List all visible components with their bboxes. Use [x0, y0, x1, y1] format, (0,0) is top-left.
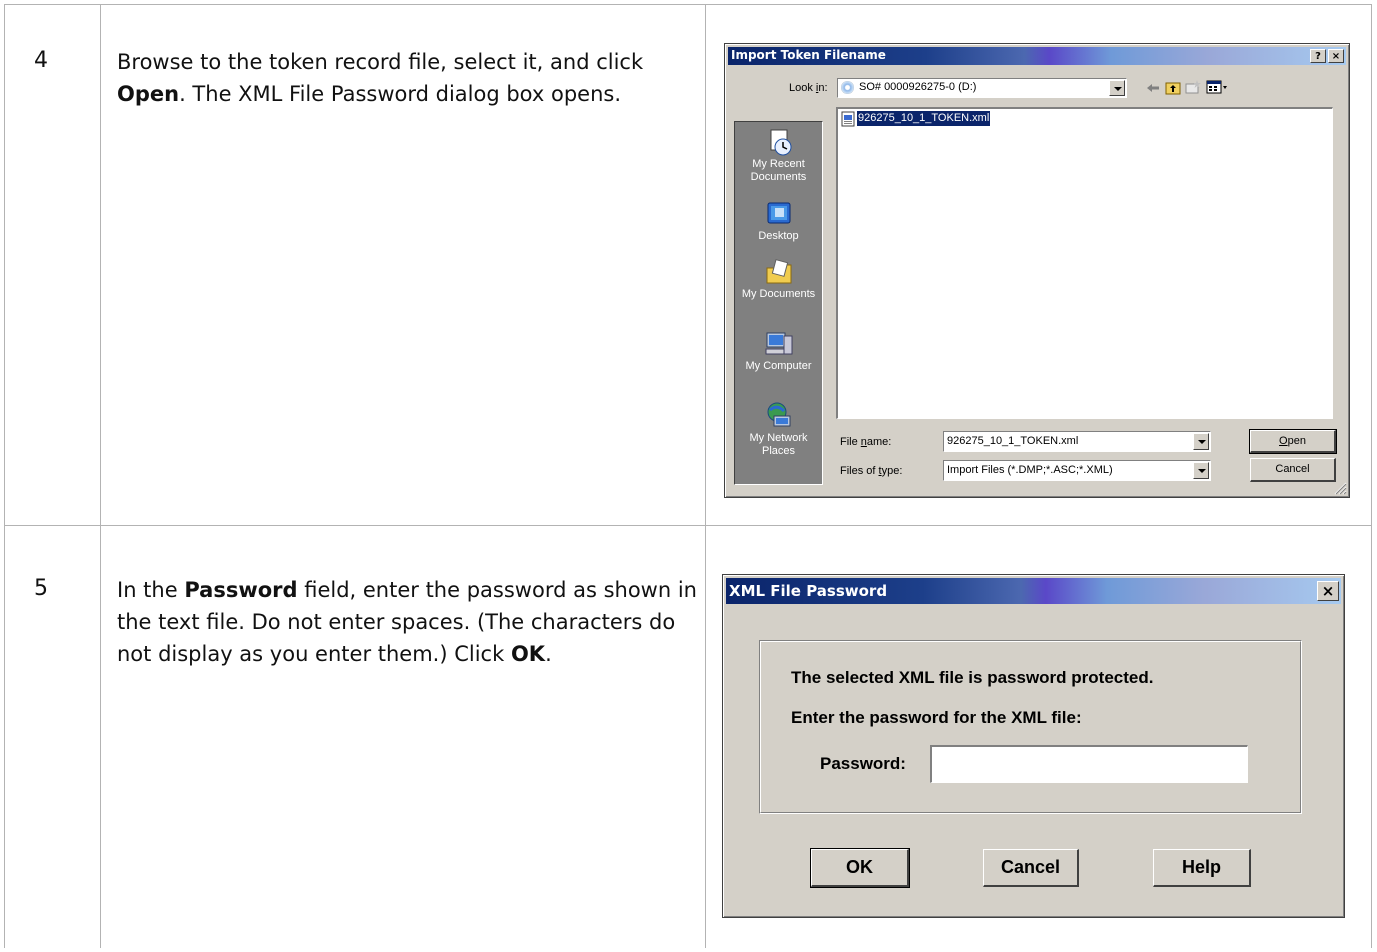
xml-file-icon — [841, 111, 855, 127]
my-computer-icon — [764, 330, 794, 358]
place-desktop[interactable]: Desktop — [735, 200, 822, 243]
step-number-4: 4 — [34, 48, 48, 73]
place-my-computer[interactable]: My Computer — [735, 330, 822, 373]
password-label: Password: — [820, 754, 906, 773]
place-my-documents[interactable]: My Documents — [735, 258, 822, 301]
look-in-value: SO# 0000926275-0 (D:) — [859, 81, 977, 93]
file-list[interactable]: 926275_10_1_TOKEN.xml — [836, 107, 1333, 419]
views-menu-icon[interactable] — [1206, 80, 1228, 95]
file-name-label: File name: — [840, 436, 892, 448]
ok-button[interactable]: OK — [810, 848, 910, 888]
xml-file-password-dialog: XML File Password × The selected XML fil… — [722, 574, 1345, 918]
place-recent-documents[interactable]: My Recent Documents — [735, 128, 822, 184]
help-button[interactable]: Help — [1153, 849, 1251, 887]
look-in-dropdown-arrow[interactable] — [1109, 80, 1125, 96]
recent-documents-icon — [764, 128, 794, 156]
my-documents-icon — [764, 258, 794, 286]
file-type-label: Files of type: — [840, 465, 903, 477]
file-type-value: Import Files (*.DMP;*.ASC;*.XML) — [947, 464, 1113, 476]
look-in-label: Look in: — [789, 82, 828, 94]
file-name-selected: 926275_10_1_TOKEN.xml — [855, 110, 992, 127]
places-bar: My Recent Documents Desktop My Documents … — [734, 121, 823, 485]
column-divider-1 — [100, 4, 101, 948]
file-name-combo[interactable]: 926275_10_1_TOKEN.xml — [943, 431, 1211, 452]
desktop-icon — [764, 200, 794, 228]
back-icon[interactable] — [1146, 81, 1160, 95]
cd-drive-icon — [841, 81, 854, 94]
password-dialog-title-bar[interactable]: XML File Password × — [726, 578, 1341, 604]
network-places-icon — [764, 402, 794, 430]
cancel-button[interactable]: Cancel — [1250, 458, 1336, 482]
password-dialog-title: XML File Password — [729, 582, 888, 600]
look-in-combo[interactable]: SO# 0000926275-0 (D:) — [837, 78, 1127, 98]
open-button[interactable]: Open — [1249, 429, 1337, 454]
password-input[interactable] — [930, 745, 1248, 783]
table-border-top — [4, 4, 1372, 5]
table-border-right — [1371, 4, 1372, 948]
resize-grip-icon[interactable] — [1334, 482, 1347, 495]
file-type-combo[interactable]: Import Files (*.DMP;*.ASC;*.XML) — [943, 460, 1211, 481]
close-title-button[interactable]: × — [1317, 581, 1339, 601]
step-5-instruction: In the Password field, enter the passwor… — [117, 578, 697, 666]
row-divider — [4, 525, 1372, 526]
close-title-button[interactable]: × — [1328, 49, 1344, 63]
up-folder-icon[interactable] — [1165, 80, 1181, 95]
import-token-filename-dialog: Import Token Filename ? × Look in: SO# 0… — [724, 43, 1350, 498]
file-name-dropdown-arrow[interactable] — [1193, 433, 1209, 450]
cancel-button[interactable]: Cancel — [983, 849, 1079, 887]
file-type-dropdown-arrow[interactable] — [1193, 462, 1209, 479]
new-folder-icon[interactable] — [1185, 79, 1201, 95]
dialog-title: Import Token Filename — [731, 48, 886, 62]
protected-message: The selected XML file is password protec… — [791, 668, 1154, 687]
enter-password-message: Enter the password for the XML file: — [791, 708, 1082, 727]
table-border-left — [4, 4, 5, 948]
column-divider-2 — [705, 4, 706, 948]
step-number-5: 5 — [34, 576, 48, 601]
dialog-title-bar[interactable]: Import Token Filename ? × — [728, 47, 1346, 65]
help-title-button[interactable]: ? — [1310, 49, 1326, 63]
place-network-places[interactable]: My Network Places — [735, 402, 822, 458]
file-name-value: 926275_10_1_TOKEN.xml — [947, 435, 1079, 447]
step-4-instruction: Browse to the token record file, select … — [117, 50, 644, 106]
